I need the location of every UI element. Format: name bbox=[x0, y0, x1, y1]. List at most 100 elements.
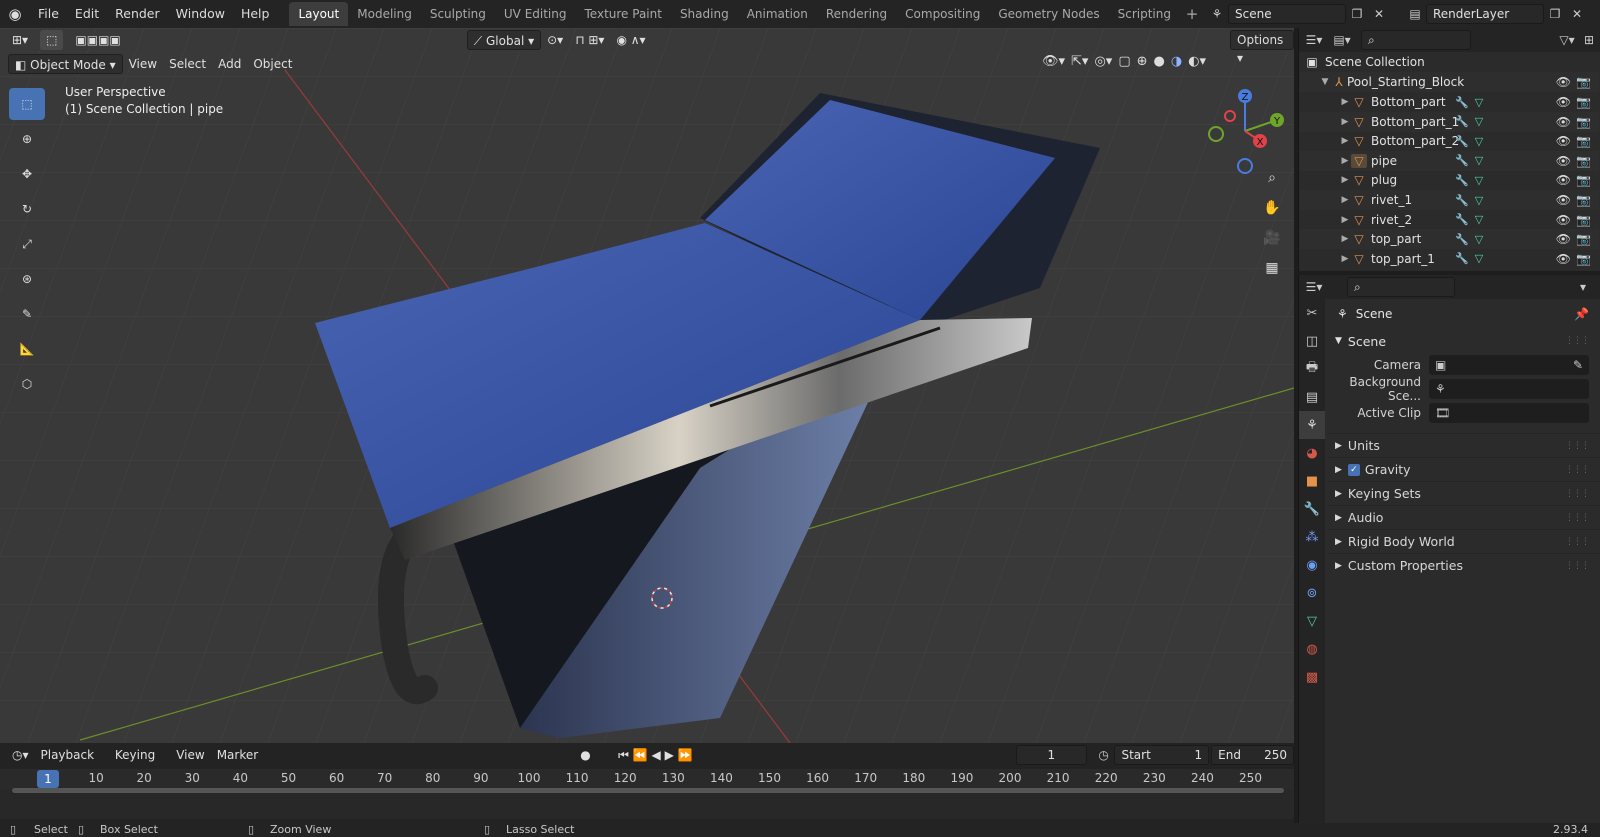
new-collection-icon[interactable]: ⊞ bbox=[1578, 30, 1600, 50]
add-cube-tool[interactable]: ⬡ bbox=[9, 368, 45, 400]
drag-handle-icon[interactable]: ⋮⋮⋮ bbox=[1565, 336, 1590, 346]
copy-scene-icon[interactable]: ❐ bbox=[1346, 4, 1368, 24]
menu-window[interactable]: Window bbox=[168, 0, 233, 28]
visibility-eye-icon[interactable]: 👁 bbox=[1556, 134, 1571, 148]
visibility-eye-icon[interactable]: 👁 bbox=[1556, 115, 1571, 129]
playhead[interactable]: 1 bbox=[37, 770, 59, 788]
rotate-tool[interactable]: ↻ bbox=[9, 193, 45, 225]
filter-icon[interactable]: ▽▾ bbox=[1556, 30, 1578, 50]
render-tab-icon[interactable]: ◫ bbox=[1299, 327, 1325, 355]
modifier-tab-icon[interactable]: 🔧 bbox=[1299, 495, 1325, 523]
data-tab-icon[interactable]: ▽ bbox=[1299, 607, 1325, 635]
expand-arrow-icon[interactable]: ▶ bbox=[1339, 175, 1351, 185]
preview-range-icon[interactable]: ◷ bbox=[1093, 745, 1115, 765]
wireframe-shading-icon[interactable]: ⊕ bbox=[1137, 54, 1148, 69]
close-scene-icon[interactable]: ✕ bbox=[1368, 4, 1390, 24]
mesh-data-icon[interactable]: ▽ bbox=[1475, 154, 1483, 167]
view-layer-tab-icon[interactable]: ▤ bbox=[1299, 383, 1325, 411]
visibility-eye-icon[interactable]: 👁 bbox=[1556, 213, 1571, 227]
subpanel-audio[interactable]: ▶ Audio ⋮⋮⋮ bbox=[1329, 505, 1599, 529]
visibility-icon[interactable]: 👁▾ bbox=[1042, 54, 1065, 69]
mesh-data-icon[interactable]: ▽ bbox=[1475, 174, 1483, 187]
render-camera-icon[interactable]: 📷 bbox=[1576, 134, 1591, 148]
menu-help[interactable]: Help bbox=[233, 0, 278, 28]
outliner-item[interactable]: ▶ ▽ Bottom_part_1 🔧 ▽ 👁 📷 bbox=[1299, 111, 1599, 132]
close-layer-icon[interactable]: ✕ bbox=[1566, 4, 1588, 24]
scale-tool[interactable]: ⤢ bbox=[9, 228, 45, 260]
background-scene-field[interactable]: ⚘ bbox=[1429, 379, 1589, 399]
menu-view[interactable]: View bbox=[123, 54, 163, 74]
modifier-icon[interactable]: 🔧 bbox=[1455, 213, 1469, 226]
scene-name-field[interactable]: Scene bbox=[1228, 4, 1346, 24]
mesh-data-icon[interactable]: ▽ bbox=[1475, 252, 1483, 265]
menu-edit[interactable]: Edit bbox=[67, 0, 107, 28]
mesh-data-icon[interactable]: ▽ bbox=[1475, 213, 1483, 226]
modifier-icon[interactable]: 🔧 bbox=[1455, 154, 1469, 167]
outliner-item[interactable]: ▶ ▽ rivet_1 🔧 ▽ 👁 📷 bbox=[1299, 190, 1599, 210]
transform-tool[interactable]: ⊛ bbox=[9, 263, 45, 295]
tab-rendering[interactable]: Rendering bbox=[817, 2, 896, 26]
texture-tab-icon[interactable]: ▩ bbox=[1299, 663, 1325, 691]
pin-icon[interactable]: 📌 bbox=[1574, 307, 1589, 321]
drag-handle-icon[interactable]: ⋮⋮⋮ bbox=[1565, 465, 1590, 475]
tab-modeling[interactable]: Modeling bbox=[348, 2, 421, 26]
menu-add[interactable]: Add bbox=[212, 54, 247, 74]
visibility-eye-icon[interactable]: 👁 bbox=[1556, 252, 1571, 266]
outliner-parent[interactable]: ▼ ⅄ Pool_Starting_Block 👁 📷 bbox=[1299, 72, 1599, 92]
expand-arrow-icon[interactable]: ▶ bbox=[1339, 156, 1351, 166]
gizmo-neg-y-icon[interactable] bbox=[1208, 126, 1224, 142]
gizmo-neg-x-icon[interactable] bbox=[1224, 110, 1236, 122]
render-camera-icon[interactable]: 📷 bbox=[1576, 213, 1591, 227]
render-camera-icon[interactable]: 📷 bbox=[1576, 252, 1591, 266]
tab-compositing[interactable]: Compositing bbox=[896, 2, 989, 26]
mode-dropdown[interactable]: ◧ Object Mode ▾ bbox=[8, 54, 123, 74]
scene-panel-header[interactable]: ▼ Scene ⋮⋮⋮ bbox=[1329, 329, 1599, 353]
outliner-item[interactable]: ▶ ▽ top_part_1 🔧 ▽ 👁 📷 bbox=[1299, 249, 1599, 269]
modifier-icon[interactable]: 🔧 bbox=[1455, 233, 1469, 246]
mesh-data-icon[interactable]: ▽ bbox=[1475, 135, 1483, 148]
add-workspace-button[interactable]: + bbox=[1180, 5, 1204, 23]
drag-handle-icon[interactable]: ⋮⋮⋮ bbox=[1565, 489, 1590, 499]
tab-sculpting[interactable]: Sculpting bbox=[421, 2, 495, 26]
material-tab-icon[interactable]: ◍ bbox=[1299, 635, 1325, 663]
gizmo-neg-z-icon[interactable] bbox=[1237, 158, 1253, 174]
subpanel-rigid-body-world[interactable]: ▶ Rigid Body World ⋮⋮⋮ bbox=[1329, 529, 1599, 553]
mesh-data-icon[interactable]: ▽ bbox=[1475, 115, 1483, 128]
menu-select[interactable]: Select bbox=[163, 54, 212, 74]
3d-viewport[interactable]: ⊞▾ ⬚ ▣▣▣▣ ⟋ Global ▾ ⊙▾ ⊓ ⊞▾ ◉ ∧▾ Option… bbox=[0, 28, 1294, 743]
menu-file[interactable]: File bbox=[30, 0, 67, 28]
editor-type-icon[interactable]: ⊞▾ bbox=[6, 30, 34, 50]
properties-editor-type-icon[interactable]: ☰▾ bbox=[1303, 277, 1325, 297]
tab-animation[interactable]: Animation bbox=[738, 2, 817, 26]
visibility-eye-icon[interactable]: 👁 bbox=[1556, 75, 1571, 89]
subpanel-gravity[interactable]: ▶ ✓ Gravity ⋮⋮⋮ bbox=[1329, 457, 1599, 481]
output-tab-icon[interactable]: 🖶 bbox=[1299, 355, 1325, 383]
playback-menu[interactable]: Playback ▾ bbox=[35, 745, 109, 782]
tab-geometry-nodes[interactable]: Geometry Nodes bbox=[989, 2, 1108, 26]
modifier-icon[interactable]: 🔧 bbox=[1455, 135, 1469, 148]
cursor-tool[interactable]: ⊕ bbox=[9, 123, 45, 155]
scene-icon[interactable]: ⚘ bbox=[1206, 4, 1228, 24]
select-box-tool[interactable]: ⬚ bbox=[9, 88, 45, 120]
active-clip-field[interactable]: 🎞 bbox=[1429, 403, 1589, 423]
display-mode-icon[interactable]: ▤▾ bbox=[1331, 30, 1353, 50]
timeline-view-menu[interactable]: View bbox=[170, 745, 210, 765]
expand-arrow-icon[interactable]: ▶ bbox=[1339, 117, 1351, 127]
properties-search-input[interactable]: ⌕ bbox=[1347, 277, 1455, 297]
outliner-search-input[interactable]: ⌕ bbox=[1361, 30, 1471, 50]
keyframe-track[interactable] bbox=[0, 789, 1294, 819]
visibility-eye-icon[interactable]: 👁 bbox=[1556, 173, 1571, 187]
annotate-tool[interactable]: ✎ bbox=[9, 298, 45, 330]
visibility-eye-icon[interactable]: 👁 bbox=[1556, 232, 1571, 246]
mesh-data-icon[interactable]: ▽ bbox=[1475, 233, 1483, 246]
measure-tool[interactable]: 📐 bbox=[9, 333, 45, 365]
expand-arrow-icon[interactable]: ▶ bbox=[1339, 234, 1351, 244]
eyedropper-icon[interactable]: ✎ bbox=[1573, 358, 1583, 372]
tab-scripting[interactable]: Scripting bbox=[1109, 2, 1180, 26]
expand-arrow-icon[interactable]: ▼ bbox=[1319, 77, 1331, 87]
outliner-root[interactable]: ▣ Scene Collection bbox=[1299, 52, 1599, 72]
world-tab-icon[interactable]: ◕ bbox=[1299, 439, 1325, 467]
record-icon[interactable]: ● ▾ bbox=[574, 745, 606, 782]
tab-texture-paint[interactable]: Texture Paint bbox=[576, 2, 671, 26]
modifier-icon[interactable]: 🔧 bbox=[1455, 96, 1469, 109]
